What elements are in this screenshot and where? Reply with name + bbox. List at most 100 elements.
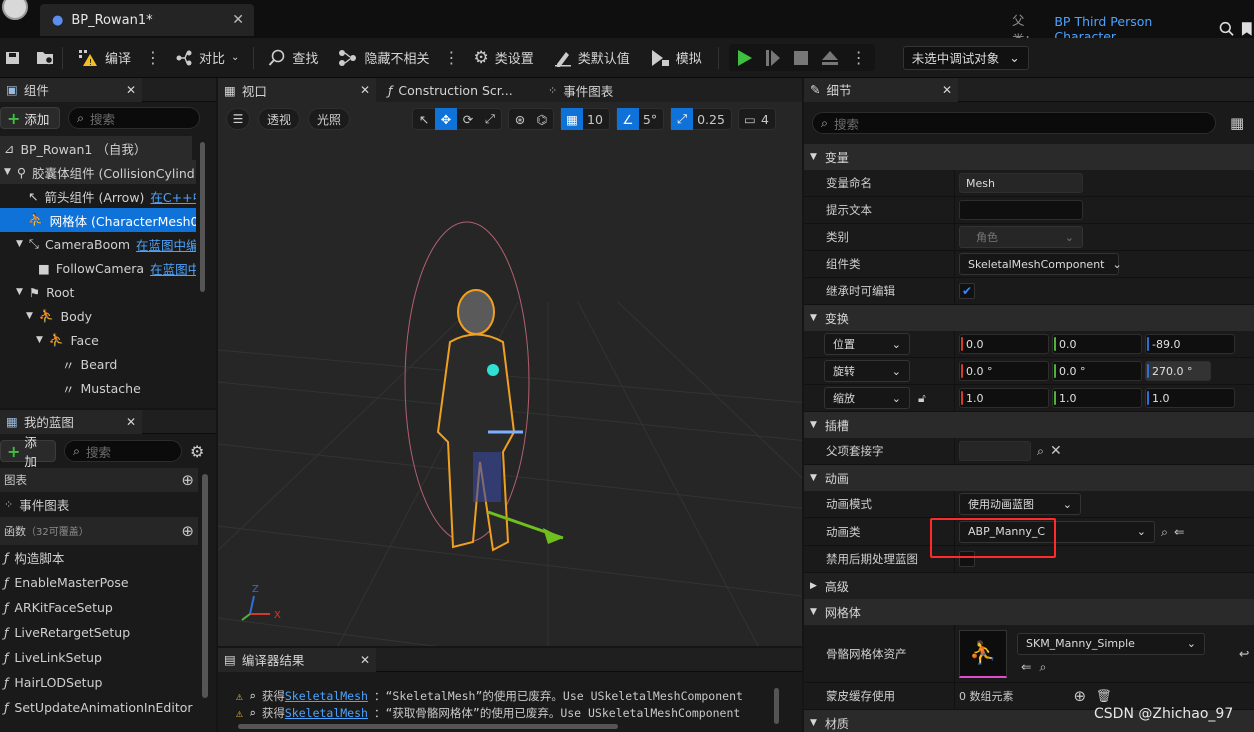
function-item[interactable]: ƒ SetUpdateAnimationInEditor (0, 695, 216, 720)
browse-asset-icon[interactable]: ⌕ (1161, 524, 1168, 540)
browse-button[interactable] (30, 44, 62, 72)
bookmark-icon[interactable] (1240, 21, 1254, 37)
event-graph-tab[interactable]: ⁘ 事件图表 (542, 78, 702, 102)
lit-button[interactable]: 光照 (308, 108, 351, 130)
perspective-button[interactable]: 透视 (258, 108, 301, 130)
select-tool-icon[interactable]: ↖ (413, 108, 435, 130)
move-tool-icon[interactable]: ✥ (435, 108, 457, 130)
function-item[interactable]: ƒ EnableMasterPose (0, 570, 216, 595)
scale-tool-icon[interactable]: ⤢ (479, 108, 501, 130)
close-icon[interactable]: ✕ (360, 83, 370, 97)
close-icon[interactable]: ✕ (942, 83, 952, 97)
scale-z-field[interactable]: 1.0 (1145, 388, 1235, 408)
rotation-snap-group[interactable]: ∠ 5° (615, 108, 665, 130)
tree-item-mustache[interactable]: 〃 Mustache (0, 376, 196, 400)
save-button[interactable] (0, 44, 30, 72)
viewport-menu-button[interactable]: ☰ (226, 108, 250, 130)
rotation-z-field[interactable]: 270.0 ° (1145, 361, 1211, 381)
close-tab-icon[interactable]: ✕ (232, 12, 244, 28)
tree-item-beard[interactable]: 〃 Beard (0, 352, 196, 376)
document-tab[interactable]: ● BP_Rowan1* ✕ (40, 4, 254, 36)
grid-snap-group[interactable]: ▦ 10 (560, 108, 610, 130)
tree-item-face[interactable]: ▼ ⛹ Face (0, 328, 196, 352)
function-item[interactable]: ƒ LiveRetargetSetup (0, 620, 216, 645)
compiler-results-tab[interactable]: ▤ 编译器结果 ✕ (218, 647, 376, 672)
function-item[interactable]: ƒ LiveLinkSetup (0, 645, 216, 670)
compiler-scrollbar-h[interactable] (238, 724, 618, 729)
mesh-thumbnail[interactable]: ⛹ (959, 629, 1007, 678)
browse-socket-icon[interactable]: ⌕ (1037, 443, 1044, 459)
scale-y-field[interactable]: 1.0 (1052, 388, 1142, 408)
viewport[interactable]: X Z ☰ 透视 光照 ↖ ✥ ⟳ ⤢ ⊛ ⌬ ▦ 10 ∠ 5° ⤢ 0.25 (218, 102, 802, 646)
section-sockets[interactable]: ▼ 插槽 (804, 412, 1254, 438)
add-circle-icon[interactable]: ⊕ (1074, 687, 1087, 705)
tree-item-cameraboom[interactable]: ▼ ⤡ CameraBoom 在蓝图中编 (0, 232, 196, 256)
stop-icon[interactable] (793, 50, 809, 66)
add-circle-icon[interactable]: ⊕ (181, 471, 194, 489)
scale-snap-group[interactable]: ⤢ 0.25 (670, 108, 732, 130)
animation-mode-dropdown[interactable]: 使用动画蓝图 ⌄ (959, 493, 1081, 515)
tree-item-followcamera[interactable]: ■ FollowCamera 在蓝图中 (0, 256, 196, 280)
mesh-asset-dropdown[interactable]: SKM_Manny_Simple ⌄ (1017, 632, 1205, 655)
close-icon[interactable]: ✕ (360, 653, 370, 667)
graphs-section[interactable]: 图表 ⊕ (0, 468, 198, 492)
diff-button[interactable]: 对比 ⌄ (169, 44, 245, 72)
eject-icon[interactable] (821, 50, 839, 66)
use-selected-icon[interactable]: ⇐ (1174, 524, 1184, 539)
function-item[interactable]: ƒ ARKitFaceSetup (0, 595, 216, 620)
functions-section[interactable]: 函数（32可覆盖） ⊕ (0, 517, 198, 545)
section-variable[interactable]: ▼ 变量 (804, 144, 1254, 170)
tree-item-body[interactable]: ▼ ⛹ Body (0, 304, 196, 328)
category-dropdown[interactable]: 角色 ⌄ (959, 226, 1083, 248)
compiler-message[interactable]: ⚠ ⌕ 获得 SkeletalMesh ：“SkeletalMesh”的使用已废弃… (236, 686, 776, 706)
location-z-field[interactable]: -89.0 (1145, 334, 1235, 354)
browse-asset-icon[interactable]: ⌕ (1039, 659, 1046, 675)
location-x-field[interactable]: 0.0 (959, 334, 1049, 354)
component-class-dropdown[interactable]: SkeletalMeshComponent ⌄ (959, 253, 1122, 275)
tree-item-capsule[interactable]: ▼ ⚲ 胶囊体组件 (CollisionCylind (0, 160, 196, 184)
hide-unrelated-button[interactable]: 隐藏不相关 (332, 44, 435, 72)
debug-target-dropdown[interactable]: 未选中调试对象 ⌄ (902, 45, 1029, 70)
add-component-button[interactable]: + 添加 (0, 107, 60, 129)
compiler-scrollbar-v[interactable] (774, 688, 779, 724)
unlock-icon[interactable]: 🔓︎ (918, 391, 926, 406)
details-search-input[interactable]: ⌕ 搜索 (812, 112, 1216, 134)
close-icon[interactable]: ✕ (126, 415, 136, 429)
rotate-tool-icon[interactable]: ⟳ (457, 108, 479, 130)
components-scrollbar[interactable] (200, 142, 205, 292)
tree-item-self[interactable]: ⊿ BP_Rowan1 （自我） (0, 136, 192, 160)
blueprint-link[interactable]: 在蓝图中 (150, 259, 196, 278)
reset-icon[interactable]: ↩ (1239, 646, 1249, 661)
tree-item-root[interactable]: ▼ ⚑ Root (0, 280, 196, 304)
parent-socket-field[interactable] (959, 441, 1031, 461)
camera-speed-group[interactable]: ▭ 4 (737, 108, 776, 130)
tree-item-mesh[interactable]: ⛹ 网格体 (CharacterMesh0) (0, 208, 196, 232)
blueprint-scrollbar[interactable] (202, 474, 208, 698)
class-defaults-button[interactable]: 类默认值 (548, 44, 636, 72)
scale-mode-dropdown[interactable]: 缩放 ⌄ (824, 387, 910, 409)
more-options-icon[interactable]: ⋮ (443, 48, 459, 67)
section-transform[interactable]: ▼ 变换 (804, 305, 1254, 331)
play-options-icon[interactable]: ⋮ (851, 48, 867, 67)
blueprint-search-input[interactable]: ⌕ 搜索 (64, 440, 182, 462)
step-icon[interactable] (765, 49, 781, 67)
blueprint-link[interactable]: 在蓝图中编 (136, 235, 196, 254)
compile-button[interactable]: ! 编译 (71, 44, 137, 72)
simulate-button[interactable]: 模拟 (644, 44, 708, 72)
viewport-tab[interactable]: ▦ 视口 ✕ (218, 78, 376, 102)
section-advanced[interactable]: ▶ 高级 (804, 573, 1254, 599)
unreal-logo-icon[interactable] (2, 0, 28, 20)
trash-icon[interactable]: 🗑︎ (1096, 688, 1112, 704)
rotation-x-field[interactable]: 0.0 ° (959, 361, 1049, 381)
editable-checkbox[interactable]: ✔ (959, 283, 975, 299)
tree-item-arrow[interactable]: ↖ 箭头组件 (Arrow) 在C++中 (0, 184, 196, 208)
clear-icon[interactable]: ✕ (1050, 443, 1062, 459)
message-link[interactable]: SkeletalMesh (285, 706, 368, 720)
my-blueprint-tab[interactable]: ▦ 我的蓝图 ✕ (0, 409, 142, 434)
surface-snap-icon[interactable]: ⌬ (531, 108, 553, 130)
world-space-icon[interactable]: ⊛ (509, 108, 531, 130)
property-matrix-icon[interactable]: ▦ (1230, 114, 1244, 132)
message-link[interactable]: SkeletalMesh (285, 689, 368, 703)
rotation-mode-dropdown[interactable]: 旋转 ⌄ (824, 360, 910, 382)
rotation-y-field[interactable]: 0.0 ° (1052, 361, 1142, 381)
